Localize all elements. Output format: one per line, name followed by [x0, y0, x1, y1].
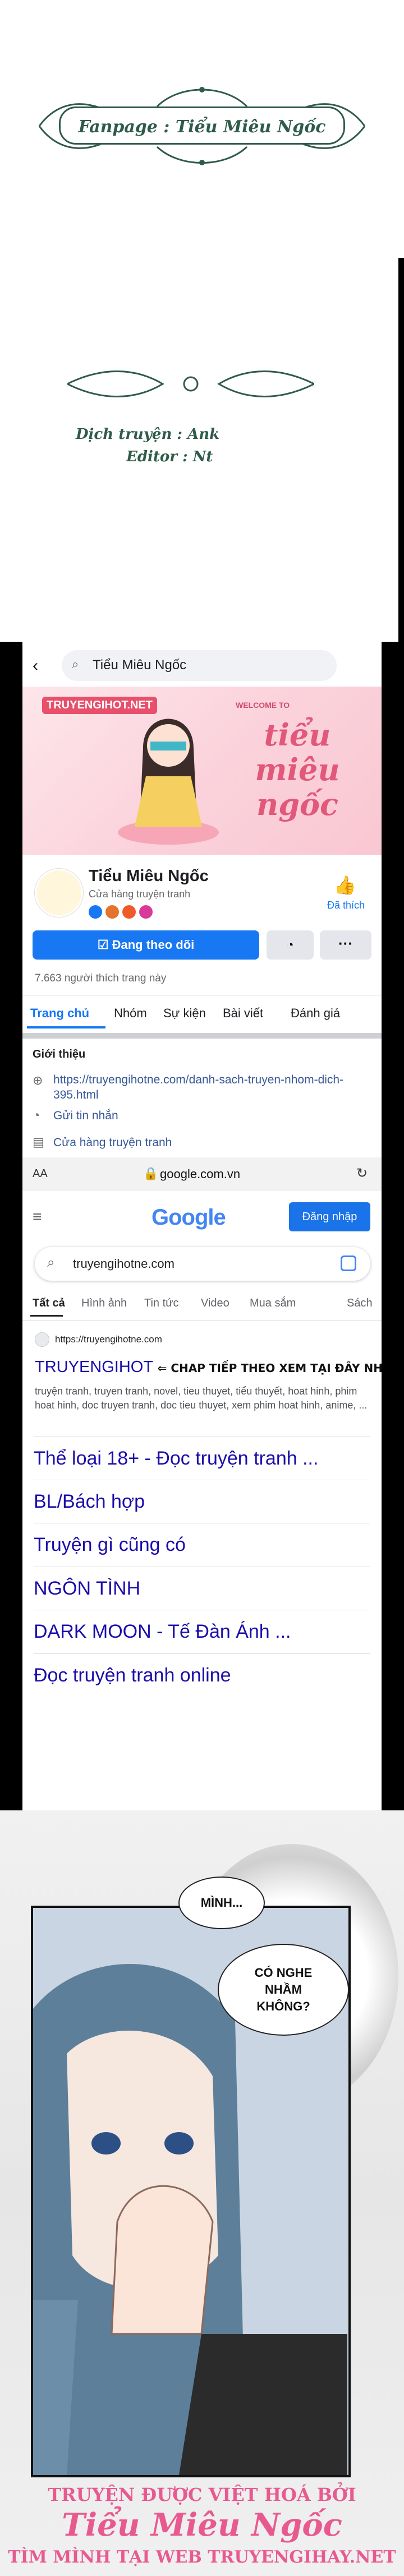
store-icon: ▤	[33, 1135, 44, 1149]
tab-groups[interactable]: Nhóm	[114, 1006, 147, 1021]
result-note: ⇐ CHAP TIẾP THEO XEM TẠI ĐÂY NHA	[157, 1361, 382, 1375]
badge-icon	[139, 905, 153, 919]
intro-link[interactable]: https://truyengihotne.com/danh-sach-truy…	[53, 1072, 368, 1102]
tab-events[interactable]: Sự kiện	[163, 1006, 206, 1021]
result-snippet: truyện tranh, truyen tranh, novel, tieu …	[35, 1386, 368, 1411]
tab-all[interactable]: Tất cả	[33, 1297, 65, 1310]
sitelink-item[interactable]: Đọc truyện tranh online	[34, 1665, 231, 1687]
footer-logo-text: Tiểu Miêu Ngốc	[62, 2506, 342, 2543]
speech-bubble-2: CÓ NGHE NHẦM KHÔNG?	[219, 1945, 348, 2035]
sitelink-item[interactable]: DARK MOON - Tế Đàn Ánh ...	[34, 1621, 291, 1643]
more-icon: ···	[338, 935, 353, 952]
tab-images[interactable]: Hình ảnh	[81, 1297, 127, 1310]
sitelink-item[interactable]: Thể loại 18+ - Đọc truyện tranh ...	[34, 1448, 318, 1470]
search-icon: ⌕	[72, 657, 79, 671]
search-icon: ⌕	[47, 1255, 55, 1270]
result-title[interactable]: TRUYENGIHOT ⇐ CHAP TIẾP THEO XEM TẠI ĐÂY…	[35, 1358, 382, 1377]
browser-url-bar[interactable]: AA 🔒 google.com.vn ↻	[22, 1157, 382, 1191]
lens-icon[interactable]	[341, 1255, 356, 1271]
tab-reviews[interactable]: Đánh giá	[291, 1006, 340, 1021]
sitelink-item[interactable]: NGÔN TÌNH	[34, 1578, 140, 1600]
tab-bar: Trang chủ Nhóm Sự kiện Bài viết Đánh giá	[22, 1000, 382, 1028]
page-avatar[interactable]	[35, 869, 83, 917]
tab-shopping[interactable]: Mua sắm	[250, 1297, 296, 1310]
google-search-input[interactable]: ⌕ truyengihotne.com	[35, 1247, 370, 1281]
speech-bubble-1: MÌNH...	[180, 1878, 264, 1928]
tab-posts[interactable]: Bài viết	[223, 1006, 263, 1021]
badge-icon	[89, 905, 102, 919]
phone-screenshot: ‹ ⌕ Tiểu Miêu Ngốc TRUYENGIHOT.NET WELCO…	[22, 642, 382, 1813]
tab-home[interactable]: Trang chủ	[30, 1006, 89, 1021]
sitelink-item[interactable]: BL/Bách hợp	[34, 1491, 145, 1513]
divider	[22, 1320, 382, 1321]
sitelink-item[interactable]: Truyện gì cũng có	[34, 1534, 186, 1556]
more-button[interactable]: ···	[320, 930, 371, 960]
frame-right	[382, 642, 404, 1813]
badge-icon	[105, 905, 119, 919]
tab-books[interactable]: Sách	[347, 1297, 373, 1310]
badge-icon	[122, 905, 136, 919]
footer-line-3: TÌM MÌNH TẠI WEB TRUYENGIHAY.NET	[8, 2547, 396, 2567]
cover-image: TRUYENGIHOT.NET WELCOME TO tiểu miêu ngố…	[22, 687, 382, 855]
fanpage-label: Fanpage : Tiểu Miêu Ngốc	[78, 117, 326, 137]
thumbs-up-icon[interactable]: 👍	[334, 874, 356, 896]
active-tab-indicator	[27, 1026, 105, 1028]
section-gap	[22, 1033, 382, 1039]
side-bar	[398, 258, 404, 645]
translator-credit: Dịch truyện : Ank	[76, 426, 220, 443]
search-query: truyengihotne.com	[73, 1257, 175, 1271]
tab-video[interactable]: Video	[201, 1297, 229, 1310]
login-button[interactable]: Đăng nhập	[289, 1202, 370, 1231]
messenger-button[interactable]: ◔	[267, 930, 314, 960]
menu-icon[interactable]: ≡	[33, 1208, 42, 1226]
intro-title: Giới thiệu	[33, 1048, 86, 1060]
send-message-link[interactable]: Gửi tin nhắn	[53, 1109, 118, 1123]
search-text: Tiểu Miêu Ngốc	[93, 657, 187, 673]
check-icon: ☑	[97, 938, 112, 952]
cover-welcome: WELCOME TO	[236, 701, 290, 710]
active-tab-indicator	[30, 1315, 63, 1317]
following-label: Đang theo dõi	[112, 938, 195, 952]
liked-label: Đã thích	[327, 900, 365, 911]
frame-left	[0, 642, 22, 1813]
store-label[interactable]: Cửa hàng truyện tranh	[53, 1136, 172, 1150]
bubble-text: MÌNH...	[200, 1896, 243, 1910]
fanpage-label-box[interactable]: Fanpage : Tiểu Miêu Ngốc	[59, 106, 345, 145]
footer-line-1: TRUYỆN ĐƯỢC VIỆT HOÁ BỞI	[48, 2484, 356, 2505]
result-url[interactable]: https://truyengihotne.com	[55, 1334, 162, 1345]
page-name: Tiểu Miêu Ngốc	[89, 867, 209, 885]
google-tabs: Tất cả Hình ảnh Tin tức Video Mua sắm Sá…	[22, 1295, 382, 1317]
page-category: Cửa hàng truyện tranh	[89, 888, 191, 900]
google-logo: Google	[152, 1205, 226, 1230]
likes-count: 7.663 người thích trang này	[35, 972, 167, 984]
tab-news[interactable]: Tin tức	[144, 1297, 179, 1310]
back-arrow-icon[interactable]: ‹	[33, 656, 38, 675]
cover-girl-illustration	[118, 719, 219, 845]
lock-icon: 🔒	[143, 1166, 159, 1180]
aa-button[interactable]: AA	[33, 1167, 48, 1180]
messenger-icon: ◔	[33, 1108, 40, 1122]
result-title-text: TRUYENGIHOT	[35, 1358, 153, 1376]
globe-icon: ⊕	[33, 1073, 43, 1087]
reload-icon[interactable]: ↻	[356, 1165, 368, 1182]
url-domain: google.com.vn	[160, 1167, 241, 1181]
divider-ornament-icon	[67, 370, 314, 397]
bubble-text: CÓ NGHE NHẦM KHÔNG?	[254, 1966, 313, 2013]
favicon	[35, 1332, 49, 1347]
cover-title: tiểu miêu ngốc	[255, 717, 340, 822]
messenger-icon: ◔	[286, 938, 294, 952]
fb-search-bar[interactable]: ⌕ Tiểu Miêu Ngốc	[62, 650, 337, 681]
following-button[interactable]: ☑ Đang theo dõi	[33, 930, 259, 960]
editor-credit: Editor : Nt	[126, 448, 213, 465]
divider	[34, 1653, 370, 1654]
